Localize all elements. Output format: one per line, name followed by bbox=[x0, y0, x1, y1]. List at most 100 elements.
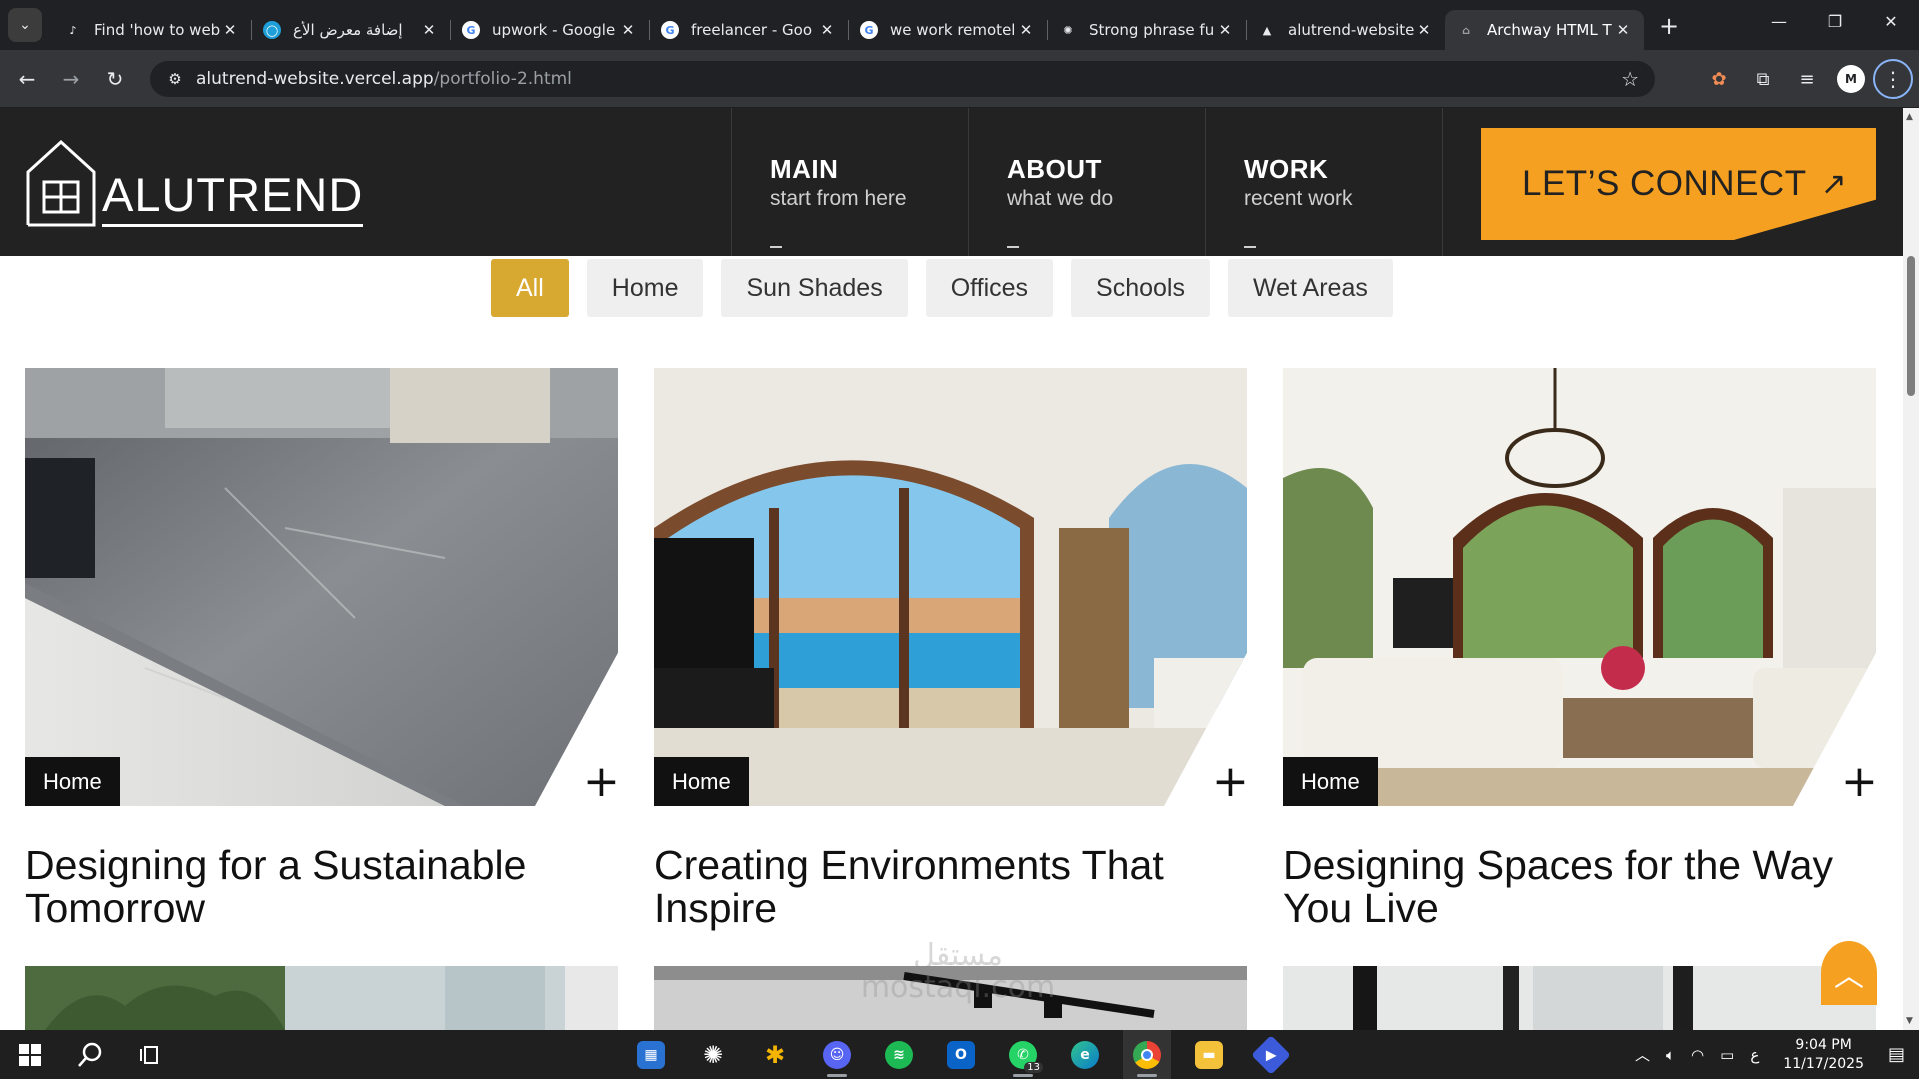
filter-sun-shades[interactable]: Sun Shades bbox=[721, 259, 908, 317]
reload-icon[interactable]: ↻ bbox=[98, 62, 132, 96]
tab-search-chevron-icon[interactable]: ⌄ bbox=[8, 8, 42, 42]
webpage-viewport: ALUTREND MAIN start from here ABOUT what… bbox=[0, 108, 1903, 1030]
scroll-to-top-button[interactable]: ︿ bbox=[1821, 941, 1877, 1005]
spotify-icon[interactable]: ≋ bbox=[875, 1030, 923, 1079]
close-icon[interactable]: ✕ bbox=[420, 21, 438, 39]
filter-home[interactable]: Home bbox=[586, 259, 704, 317]
whatsapp-icon[interactable]: ✆ 13 bbox=[999, 1030, 1047, 1079]
chatgpt-app-icon[interactable]: ✺ bbox=[689, 1030, 737, 1079]
back-arrow-icon[interactable]: ← bbox=[10, 62, 44, 96]
tab-vercel[interactable]: ▲ alutrend-website ✕ bbox=[1246, 10, 1445, 50]
filter-wet-areas[interactable]: Wet Areas bbox=[1228, 259, 1393, 317]
tab-archway[interactable]: ⌂ Archway HTML T ✕ bbox=[1445, 10, 1644, 50]
site-logo[interactable]: ALUTREND bbox=[26, 140, 364, 227]
close-icon[interactable]: ✕ bbox=[818, 21, 836, 39]
close-icon[interactable]: ✕ bbox=[619, 21, 637, 39]
plus-icon[interactable]: + bbox=[1841, 760, 1878, 804]
language-indicator[interactable]: ع bbox=[1750, 1046, 1759, 1064]
discord-icon[interactable]: ☺ bbox=[813, 1030, 861, 1079]
close-icon[interactable]: ✕ bbox=[221, 21, 239, 39]
forward-arrow-icon[interactable]: → bbox=[54, 62, 88, 96]
nav-item-main[interactable]: MAIN start from here bbox=[731, 108, 969, 256]
portfolio-card[interactable]: Home + Designing Spaces for the Way You … bbox=[1283, 368, 1878, 930]
tab-remote[interactable]: G we work remotel ✕ bbox=[848, 10, 1047, 50]
nav-dash bbox=[1007, 246, 1019, 248]
portfolio-card[interactable]: Home + Creating Environments That Inspir… bbox=[654, 368, 1249, 930]
filter-offices[interactable]: Offices bbox=[925, 259, 1054, 317]
play-glyph: ▶ bbox=[1251, 1034, 1291, 1075]
media-player-icon[interactable]: ▶ bbox=[1247, 1030, 1295, 1079]
card-category-tag: Home bbox=[25, 757, 120, 806]
extensions-puzzle-icon[interactable]: ⧉ bbox=[1741, 69, 1785, 90]
card-title[interactable]: Designing for a Sustainable Tomorrow bbox=[25, 844, 618, 930]
portfolio-image-arched-living-room[interactable] bbox=[654, 368, 1247, 806]
page-scrollbar[interactable]: ▲ ▼ bbox=[1903, 108, 1919, 1030]
photos-icon[interactable]: ✱ bbox=[751, 1030, 799, 1079]
restore-icon[interactable]: ❐ bbox=[1807, 0, 1863, 42]
tab-chatgpt[interactable]: ✺ Strong phrase fu ✕ bbox=[1047, 10, 1246, 50]
card-title[interactable]: Designing Spaces for the Way You Live bbox=[1283, 844, 1876, 930]
bookmark-star-icon[interactable]: ☆ bbox=[1621, 67, 1639, 91]
scroll-up-arrow-icon[interactable]: ▲ bbox=[1906, 112, 1913, 122]
scroll-down-arrow-icon[interactable]: ▼ bbox=[1906, 1016, 1913, 1026]
close-icon[interactable]: ✕ bbox=[1216, 21, 1234, 39]
outlook-icon[interactable]: O bbox=[937, 1030, 985, 1079]
tiktok-icon: ♪ bbox=[64, 21, 82, 39]
task-view-icon[interactable] bbox=[126, 1030, 174, 1079]
clock[interactable]: 9:04 PM 11/17/2025 bbox=[1783, 1036, 1864, 1074]
portfolio-image-plants[interactable] bbox=[25, 966, 618, 1030]
portfolio-image-chandelier-living-room[interactable] bbox=[1283, 368, 1876, 806]
clock-time: 9:04 PM bbox=[1795, 1036, 1852, 1053]
chevron-up-tray-icon[interactable]: ︿ bbox=[1635, 1044, 1650, 1065]
portfolio-image-glass-wall[interactable] bbox=[1283, 966, 1876, 1030]
spotify-glyph: ≋ bbox=[885, 1040, 913, 1069]
lets-connect-button[interactable]: LET’S CONNECT ↗ bbox=[1481, 128, 1876, 240]
tab-title: Strong phrase fu bbox=[1089, 21, 1215, 39]
plus-icon[interactable]: + bbox=[583, 760, 620, 804]
address-bar[interactable]: ⚙ alutrend-website.vercel.app/portfolio-… bbox=[150, 61, 1655, 97]
google-icon: G bbox=[661, 21, 679, 39]
cookie-extension-icon[interactable]: ✿ bbox=[1697, 69, 1741, 90]
chrome-icon[interactable] bbox=[1123, 1030, 1171, 1079]
tab-tiktok[interactable]: ♪ Find 'how to web ✕ bbox=[52, 10, 251, 50]
portfolio-image-track-lights[interactable] bbox=[654, 966, 1247, 1030]
search-icon[interactable] bbox=[66, 1030, 114, 1079]
edge-icon[interactable]: e bbox=[1061, 1030, 1109, 1079]
new-tab-plus-icon[interactable]: + bbox=[1652, 9, 1686, 43]
nav-dash bbox=[1244, 246, 1256, 248]
wifi-icon[interactable]: ◠ bbox=[1691, 1046, 1704, 1064]
file-explorer-icon[interactable]: ▬ bbox=[1185, 1030, 1233, 1079]
portfolio-image-marble-floor[interactable] bbox=[25, 368, 618, 806]
card-title[interactable]: Creating Environments That Inspire bbox=[654, 844, 1247, 930]
house-logo-icon bbox=[26, 140, 96, 227]
windows-start-icon[interactable] bbox=[6, 1030, 54, 1079]
site-info-icon[interactable]: ⚙ bbox=[158, 70, 192, 88]
battery-icon[interactable]: ▭ bbox=[1720, 1046, 1734, 1064]
plus-icon[interactable]: + bbox=[1212, 760, 1249, 804]
mostaql-icon: ◯ bbox=[263, 21, 281, 39]
microsoft-store-icon[interactable]: ▦ bbox=[627, 1030, 675, 1079]
nav-item-work[interactable]: WORK recent work bbox=[1205, 108, 1443, 256]
media-queue-icon[interactable]: ≡ bbox=[1785, 69, 1829, 90]
volume-icon[interactable]: 🔈︎ bbox=[1666, 1046, 1675, 1064]
window-close-icon[interactable]: ✕ bbox=[1863, 0, 1919, 42]
notification-icon[interactable]: ▤ bbox=[1888, 1044, 1905, 1065]
close-icon[interactable]: ✕ bbox=[1017, 21, 1035, 39]
nav-item-about[interactable]: ABOUT what we do bbox=[968, 108, 1206, 256]
card-category-tag: Home bbox=[1283, 757, 1378, 806]
scrollbar-thumb[interactable] bbox=[1907, 256, 1915, 396]
tab-upwork[interactable]: G upwork - Google ✕ bbox=[450, 10, 649, 50]
photos-glyph: ✱ bbox=[764, 1040, 786, 1069]
tab-mostaql[interactable]: ◯ إضافة معرض الأع ✕ bbox=[251, 10, 450, 50]
portfolio-card[interactable]: Home + Designing for a Sustainable Tomor… bbox=[25, 368, 620, 930]
tab-freelancer[interactable]: G freelancer - Goo ✕ bbox=[649, 10, 848, 50]
clock-date: 11/17/2025 bbox=[1783, 1055, 1864, 1072]
filter-all[interactable]: All bbox=[491, 259, 569, 317]
nav-sub-label: recent work bbox=[1244, 187, 1353, 210]
minimize-icon[interactable]: — bbox=[1751, 0, 1807, 42]
profile-avatar-icon[interactable]: M bbox=[1837, 65, 1865, 93]
close-icon[interactable]: ✕ bbox=[1614, 21, 1632, 39]
close-icon[interactable]: ✕ bbox=[1415, 21, 1433, 39]
chrome-menu-icon[interactable]: ⋮ bbox=[1873, 59, 1913, 99]
filter-schools[interactable]: Schools bbox=[1071, 259, 1210, 317]
